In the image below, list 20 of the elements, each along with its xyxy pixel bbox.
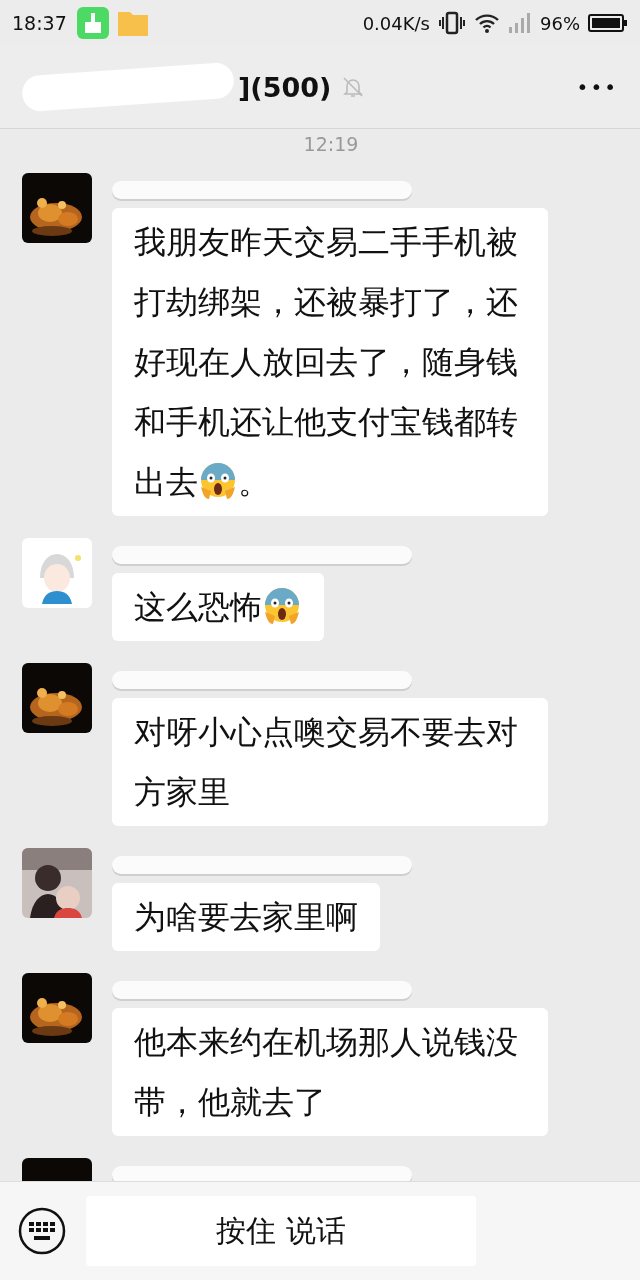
signal-icon [508, 12, 532, 34]
battery-percent: 96% [540, 12, 580, 34]
timestamp: 12:19 [303, 133, 359, 155]
keyboard-icon[interactable] [18, 1207, 66, 1255]
chat-title: ](500) [238, 71, 332, 103]
message-bubble[interactable]: 这么恐怖 [112, 573, 324, 641]
message-bubble[interactable]: 为啥要去家里啊 [112, 883, 380, 951]
network-speed: 0.04K/s [362, 12, 430, 34]
hold-to-talk-button[interactable]: 按住 说话 [86, 1196, 476, 1266]
scream-emoji-icon [262, 586, 302, 626]
message-bubble[interactable]: 他本来约在机场那人说钱没带，他就去了 [112, 1008, 548, 1136]
broom-app-icon [76, 7, 109, 39]
battery-icon [588, 13, 628, 33]
status-time: 18:37 [12, 12, 67, 34]
more-button[interactable]: ••• [576, 75, 618, 99]
message-bubble[interactable]: 对呀小心点噢交易不要去对方家里 [112, 698, 548, 826]
scream-emoji-icon [198, 461, 238, 501]
message-bubble[interactable]: 我朋友昨天交易二手手机被打劫绑架，还被暴打了，还好现在人放回去了，随身钱和手机还让他支付宝钱都转出去 。 [112, 208, 548, 516]
vibrate-icon [438, 11, 466, 35]
wifi-icon [474, 12, 500, 34]
